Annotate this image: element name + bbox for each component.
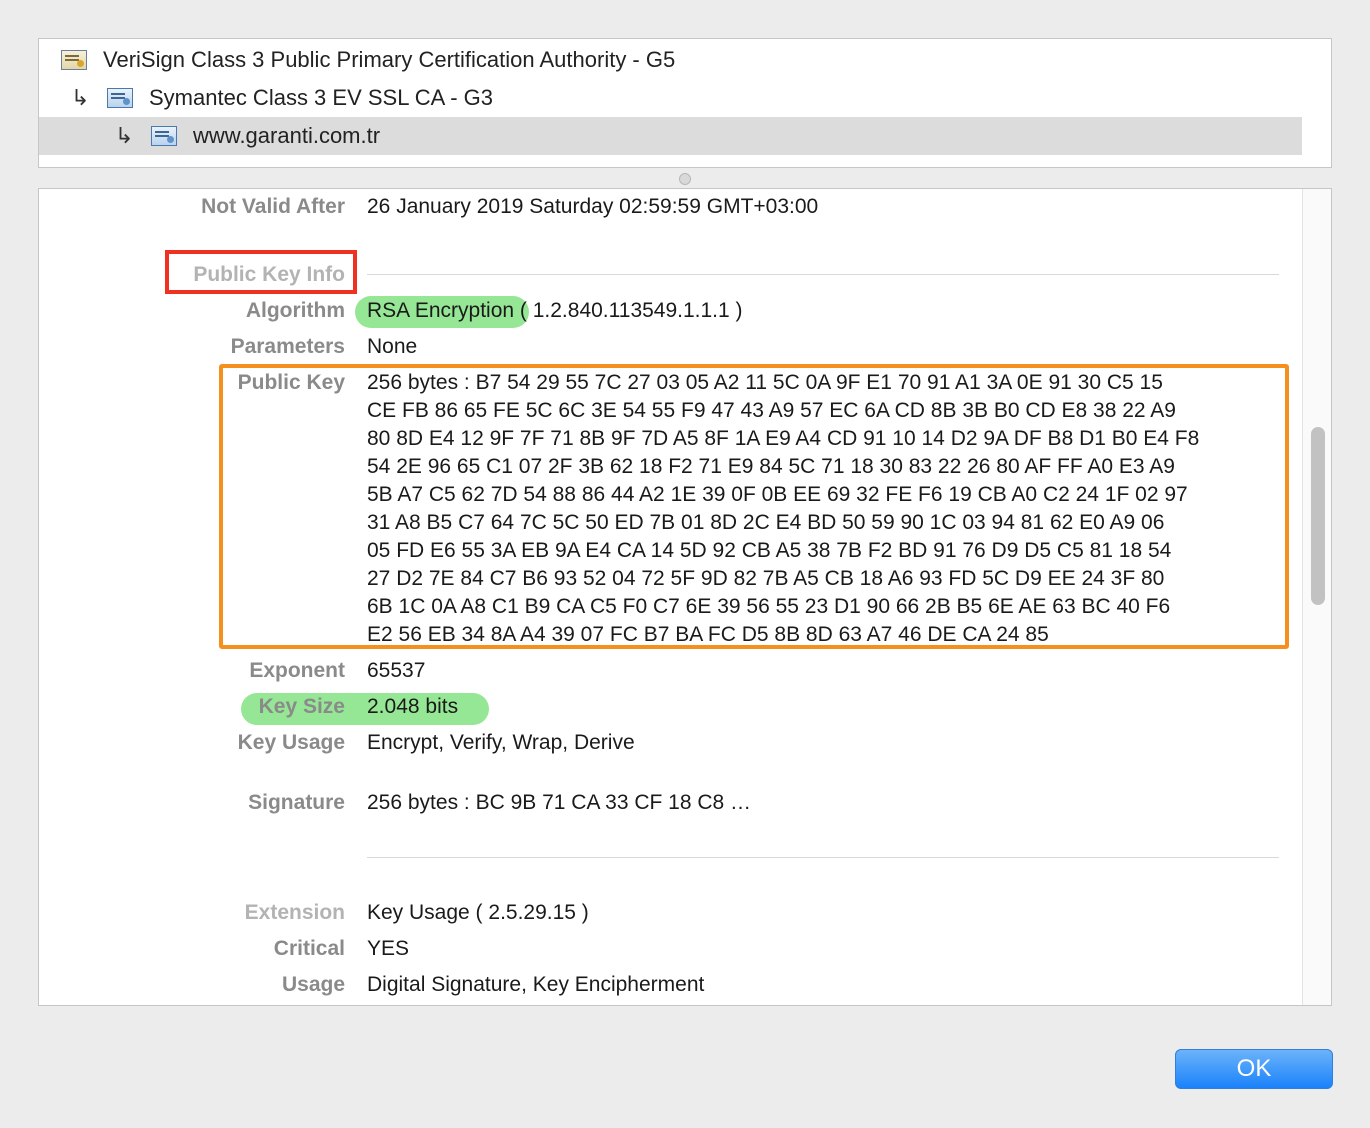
key-usage-label: Key Usage [237,731,345,754]
public-key-line: 80 8D E4 12 9F 7F 71 8B 9F 7D A5 8F 1A E… [367,427,1200,450]
scrollbar-thumb[interactable] [1311,427,1325,605]
critical-value: YES [367,937,410,960]
vertical-scrollbar[interactable] [1302,189,1331,1005]
public-key-line: 6B 1C 0A A8 C1 B9 CA C5 F0 C7 6E 39 56 5… [367,595,1171,618]
extension-value: Key Usage ( 2.5.29.15 ) [367,901,589,924]
certificate-details-pane: Not Valid After 26 January 2019 Saturday… [38,188,1332,1006]
chain-item-label: Symantec Class 3 EV SSL CA - G3 [149,85,493,110]
algorithm-name: RSA Encryption [367,299,515,322]
exponent-label: Exponent [249,659,345,682]
parameters-value: None [367,335,418,358]
public-key-line: 256 bytes : B7 54 29 55 7C 27 03 05 A2 1… [367,371,1163,394]
divider [367,857,1279,858]
chain-item-intermediate[interactable]: ↳ Symantec Class 3 EV SSL CA - G3 [39,79,1301,117]
algorithm-oid: ( 1.2.840.113549.1.1.1 ) [514,299,743,322]
public-key-line: 31 A8 B5 C7 64 7C 5C 50 ED 7B 01 8D 2C E… [367,511,1165,534]
chain-item-label: www.garanti.com.tr [193,123,381,148]
public-key-line: 54 2E 96 65 C1 07 2F 3B 62 18 F2 71 E9 8… [367,455,1175,478]
child-arrow-icon: ↳ [115,123,134,148]
split-view-handle[interactable] [679,173,691,185]
usage-value: Digital Signature, Key Encipherment [367,973,705,996]
algorithm-value: RSA Encryption ( 1.2.840.113549.1.1.1 ) [367,299,743,323]
extension-label: Extension [244,901,345,924]
algorithm-label: Algorithm [245,299,345,322]
not-valid-after-label: Not Valid After [201,195,345,218]
public-key-line: 5B A7 C5 62 7D 54 88 86 44 A2 1E 39 0F 0… [367,483,1188,506]
key-size-label: Key Size [258,695,345,718]
divider [367,274,1279,275]
signature-label: Signature [248,791,345,814]
public-key-label: Public Key [237,371,345,394]
ok-button[interactable]: OK [1175,1049,1333,1089]
certificate-chain-list: VeriSign Class 3 Public Primary Certific… [38,38,1332,168]
chain-item-root[interactable]: VeriSign Class 3 Public Primary Certific… [39,41,1301,79]
usage-label: Usage [281,973,345,996]
section-heading-public-key-info: Public Key Info [193,263,345,286]
critical-label: Critical [273,937,345,960]
key-size-value: 2.048 bits [367,695,459,718]
public-key-line: CE FB 86 65 FE 5C 6C 3E 54 55 F9 47 43 A… [367,399,1176,422]
public-key-value: 256 bytes : B7 54 29 55 7C 27 03 05 A2 1… [367,369,1199,649]
certificate-icon [151,126,177,146]
public-key-line: 27 D2 7E 84 C7 B6 93 52 04 72 5F 9D 82 7… [367,567,1165,590]
child-arrow-icon: ↳ [71,85,90,110]
certificate-icon [107,88,133,108]
not-valid-after-value: 26 January 2019 Saturday 02:59:59 GMT+03… [367,195,819,218]
public-key-line: 05 FD E6 55 3A EB 9A E4 CA 14 5D 92 CB A… [367,539,1172,562]
key-usage-value: Encrypt, Verify, Wrap, Derive [367,731,635,754]
chain-item-leaf-selected[interactable]: ↳ www.garanti.com.tr [39,117,1302,155]
certificate-icon [61,50,87,70]
signature-value: 256 bytes : BC 9B 71 CA 33 CF 18 C8 … [367,791,752,814]
parameters-label: Parameters [230,335,345,358]
chain-item-label: VeriSign Class 3 Public Primary Certific… [103,47,676,72]
public-key-line: E2 56 EB 34 8A A4 39 07 FC B7 BA FC D5 8… [367,623,1049,646]
exponent-value: 65537 [367,659,426,682]
